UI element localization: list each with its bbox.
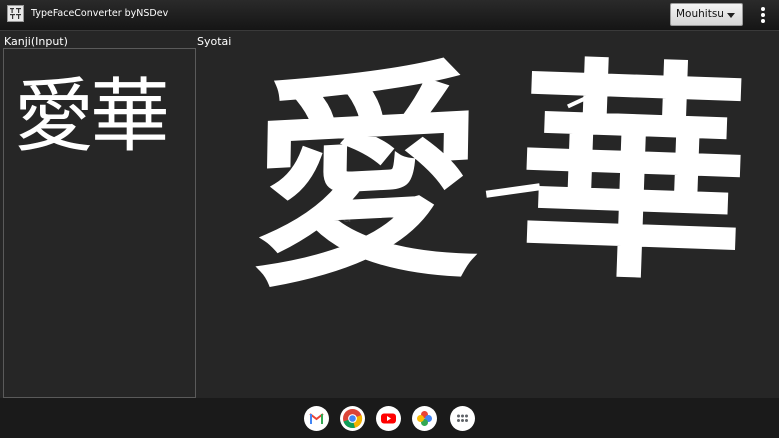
overflow-menu-icon — [761, 13, 765, 17]
action-bar: TypeFaceConverter byNSDev Mouhitsu — [0, 0, 779, 31]
app-window: TypeFaceConverter byNSDev Mouhitsu Kanji… — [0, 0, 779, 438]
syotai-output-area: od 愛 華 — [196, 48, 779, 398]
gmail-icon[interactable] — [304, 406, 329, 431]
output-label: Syotai — [197, 35, 232, 48]
typeface-style-select[interactable]: Mouhitsu — [670, 3, 743, 26]
typeface-style-value: Mouhitsu — [676, 8, 724, 20]
input-label: Kanji(Input) — [4, 35, 68, 48]
overflow-menu-icon — [761, 7, 765, 11]
overflow-menu-icon — [761, 19, 765, 23]
kanji-app-icon — [7, 5, 24, 22]
youtube-icon[interactable] — [376, 406, 401, 431]
launcher-icon[interactable] — [450, 406, 475, 431]
kanji-input-text[interactable]: 愛華 — [14, 69, 170, 165]
output-char-1: 愛 — [249, 48, 485, 321]
photos-icon[interactable] — [412, 406, 437, 431]
output-char-2: 華 — [513, 48, 753, 314]
dropdown-arrow-icon — [727, 13, 735, 18]
kanji-input-field[interactable]: 愛華 — [3, 48, 196, 398]
chrome-icon[interactable] — [340, 406, 365, 431]
app-title: TypeFaceConverter byNSDev — [31, 8, 169, 19]
overflow-menu-button[interactable] — [748, 0, 778, 30]
